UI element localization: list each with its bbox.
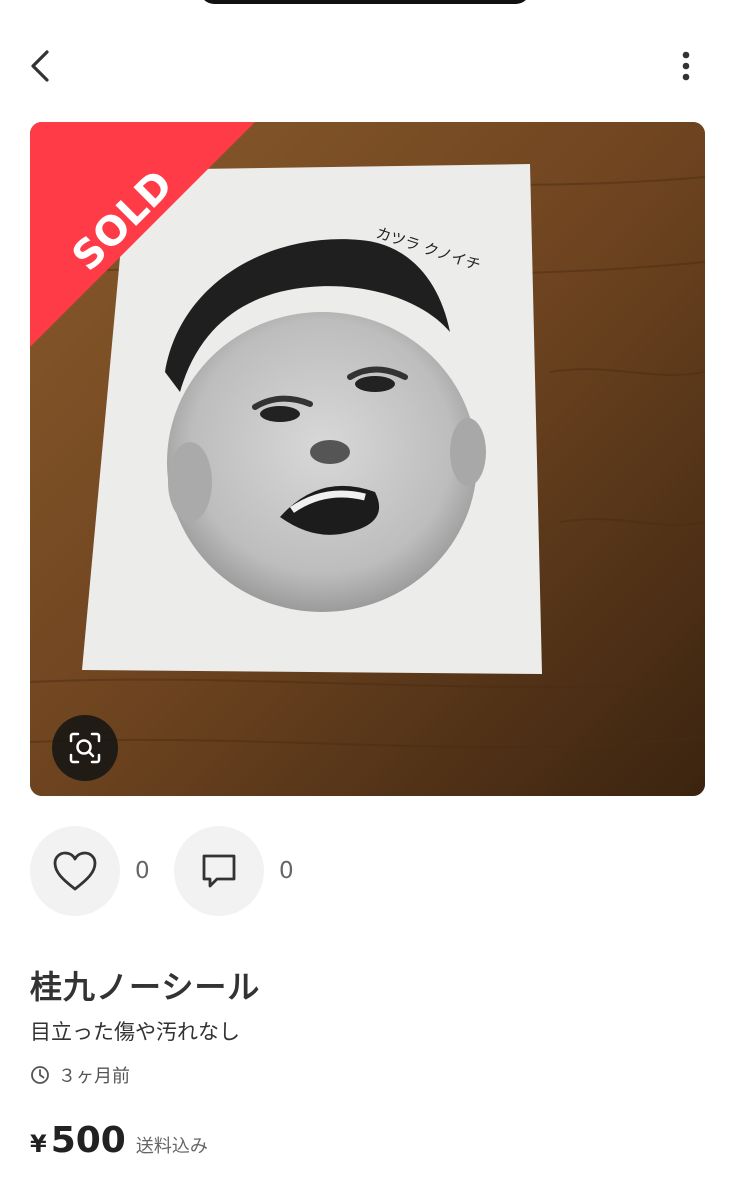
price-row: ¥ 500 送料込み — [30, 1120, 208, 1161]
top-bar — [0, 40, 734, 94]
comment-icon — [202, 854, 236, 888]
chevron-left-icon — [31, 50, 49, 82]
posted-time: ３ヶ月前 — [30, 1062, 130, 1088]
product-title: 桂九ノーシール — [30, 968, 261, 1006]
action-bar: 0 0 — [30, 826, 430, 916]
like-count: 0 — [135, 858, 150, 884]
clock-icon — [31, 1066, 49, 1084]
vertical-dots-icon — [682, 51, 690, 81]
back-button[interactable] — [20, 44, 60, 88]
currency-symbol: ¥ — [30, 1130, 47, 1158]
like-button[interactable] — [30, 826, 120, 916]
shipping-label: 送料込み — [135, 1136, 208, 1157]
product-condition: 目立った傷や汚れなし — [30, 1020, 240, 1044]
zoom-search-icon — [69, 732, 101, 764]
zoom-button[interactable] — [52, 715, 118, 781]
more-options-button[interactable] — [666, 44, 706, 88]
posted-time-label: ３ヶ月前 — [58, 1066, 130, 1087]
comment-count: 0 — [279, 858, 294, 884]
comment-button[interactable] — [174, 826, 264, 916]
product-photo-image: カツラ クノイチ SOLD — [30, 122, 705, 796]
heart-icon — [53, 851, 97, 891]
product-photo[interactable]: カツラ クノイチ SOLD — [30, 122, 705, 796]
price-value: 500 — [50, 1120, 126, 1161]
phone-notch — [200, 0, 530, 4]
